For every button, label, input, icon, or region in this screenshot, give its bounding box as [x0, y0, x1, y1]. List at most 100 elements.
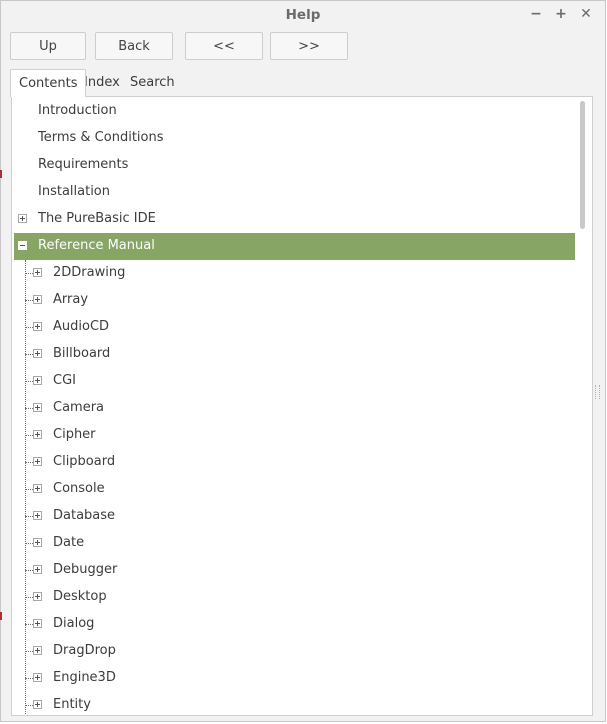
close-icon[interactable]: ✕: [578, 6, 594, 22]
tree-branch-line: [25, 705, 33, 706]
tree-branch-line: [25, 489, 33, 490]
tree-branch-line: [25, 327, 33, 328]
previous-button[interactable]: <<: [185, 32, 263, 60]
expand-icon[interactable]: [33, 322, 42, 331]
tree-item-installation[interactable]: Installation: [14, 179, 575, 206]
tree-item-desktop[interactable]: Desktop: [14, 584, 575, 611]
tree-item-label: Date: [53, 535, 85, 550]
background-window-fragment: [0, 612, 2, 620]
tree-item-label: Clipboard: [53, 454, 116, 469]
tree-item-label: Billboard: [53, 346, 111, 361]
tree-branch-line: [25, 381, 33, 382]
tree-item-requirements[interactable]: Requirements: [14, 152, 575, 179]
tree-branch-line: [25, 597, 33, 598]
background-window-fragment: [0, 170, 2, 178]
up-button[interactable]: Up: [10, 32, 86, 60]
tree-item-label: Reference Manual: [38, 238, 155, 253]
tree-item-entity[interactable]: Entity: [14, 692, 575, 715]
resize-grip-icon[interactable]: [595, 385, 600, 399]
tree-item-label: Cipher: [53, 427, 96, 442]
expand-icon[interactable]: [33, 619, 42, 628]
tree-item-cgi[interactable]: CGI: [14, 368, 575, 395]
expand-icon[interactable]: [33, 592, 42, 601]
tree-item-billboard[interactable]: Billboard: [14, 341, 575, 368]
tree-item-label: Camera: [53, 400, 105, 415]
tree-item-label: 2DDrawing: [53, 265, 126, 280]
tree-branch-line: [25, 300, 33, 301]
tab-contents[interactable]: Contents: [10, 69, 87, 97]
back-button[interactable]: Back: [95, 32, 173, 60]
tab-search[interactable]: Search: [122, 69, 183, 96]
expand-icon[interactable]: [33, 457, 42, 466]
expand-icon[interactable]: [33, 295, 42, 304]
tree-item-label: Desktop: [53, 589, 107, 604]
tree-branch-line: [25, 570, 33, 571]
collapse-icon[interactable]: [18, 241, 27, 250]
tree-branch-line: [25, 543, 33, 544]
tree-branch-line: [25, 408, 33, 409]
tree-item-introduction[interactable]: Introduction: [14, 98, 575, 125]
expand-icon[interactable]: [33, 268, 42, 277]
tree-item-label: DragDrop: [53, 643, 116, 658]
tree-item-dialog[interactable]: Dialog: [14, 611, 575, 638]
expand-icon[interactable]: [33, 511, 42, 520]
tree-item-label: Debugger: [53, 562, 118, 577]
tree-guide-line: [25, 260, 26, 715]
tree-item-label: AudioCD: [53, 319, 110, 334]
tree-branch-line: [25, 354, 33, 355]
tree-item-label: Terms & Conditions: [38, 130, 164, 145]
scrollbar-thumb[interactable]: [580, 101, 585, 229]
tree-item-2ddrawing[interactable]: 2DDrawing: [14, 260, 575, 287]
tree-branch-line: [25, 435, 33, 436]
tree-item-label: CGI: [53, 373, 76, 388]
expand-icon[interactable]: [33, 700, 42, 709]
expand-icon[interactable]: [33, 673, 42, 682]
tree-item-label: Introduction: [38, 103, 117, 118]
title-bar[interactable]: Help − + ✕: [1, 1, 605, 29]
tree-branch-line: [25, 651, 33, 652]
tree-item-camera[interactable]: Camera: [14, 395, 575, 422]
tree-item-database[interactable]: Database: [14, 503, 575, 530]
help-window: Help − + ✕ Up Back << >> Contents Index …: [0, 0, 606, 722]
tree-item-array[interactable]: Array: [14, 287, 575, 314]
tree-item-reference-manual[interactable]: Reference Manual: [14, 233, 575, 260]
tree-branch-line: [25, 516, 33, 517]
tree-branch-line: [25, 273, 33, 274]
expand-icon[interactable]: [33, 538, 42, 547]
expand-icon[interactable]: [33, 403, 42, 412]
tree-item-date[interactable]: Date: [14, 530, 575, 557]
window-title: Help: [285, 7, 321, 23]
maximize-icon[interactable]: +: [553, 6, 569, 22]
tree-item-label: Array: [53, 292, 89, 307]
expand-icon[interactable]: [33, 376, 42, 385]
tree-item-dragdrop[interactable]: DragDrop: [14, 638, 575, 665]
tree-item-debugger[interactable]: Debugger: [14, 557, 575, 584]
tree-branch-line: [25, 462, 33, 463]
next-button[interactable]: >>: [270, 32, 348, 60]
minimize-icon[interactable]: −: [528, 6, 544, 22]
tree-item-label: Engine3D: [53, 670, 116, 685]
tree-item-label: The PureBasic IDE: [38, 211, 156, 226]
tree-branch-line: [25, 624, 33, 625]
tree-branch-line: [25, 678, 33, 679]
tree-item-clipboard[interactable]: Clipboard: [14, 449, 575, 476]
tree-item-audiocd[interactable]: AudioCD: [14, 314, 575, 341]
tree-item-label: Console: [53, 481, 105, 496]
tree-item-engine3d[interactable]: Engine3D: [14, 665, 575, 692]
vertical-scrollbar[interactable]: [577, 97, 591, 715]
expand-icon[interactable]: [33, 484, 42, 493]
tree-item-purebasic-ide[interactable]: The PureBasic IDE: [14, 206, 575, 233]
contents-panel: Introduction Terms & Conditions Requirem…: [11, 96, 593, 716]
tree-item-terms[interactable]: Terms & Conditions: [14, 125, 575, 152]
expand-icon[interactable]: [18, 214, 27, 223]
tree-item-cipher[interactable]: Cipher: [14, 422, 575, 449]
expand-icon[interactable]: [33, 349, 42, 358]
expand-icon[interactable]: [33, 565, 42, 574]
tree-item-console[interactable]: Console: [14, 476, 575, 503]
expand-icon[interactable]: [33, 430, 42, 439]
tree-item-label: Dialog: [53, 616, 95, 631]
expand-icon[interactable]: [33, 646, 42, 655]
tree-item-label: Requirements: [38, 157, 129, 172]
tree-item-label: Installation: [38, 184, 111, 199]
tree-item-label: Entity: [53, 697, 91, 712]
